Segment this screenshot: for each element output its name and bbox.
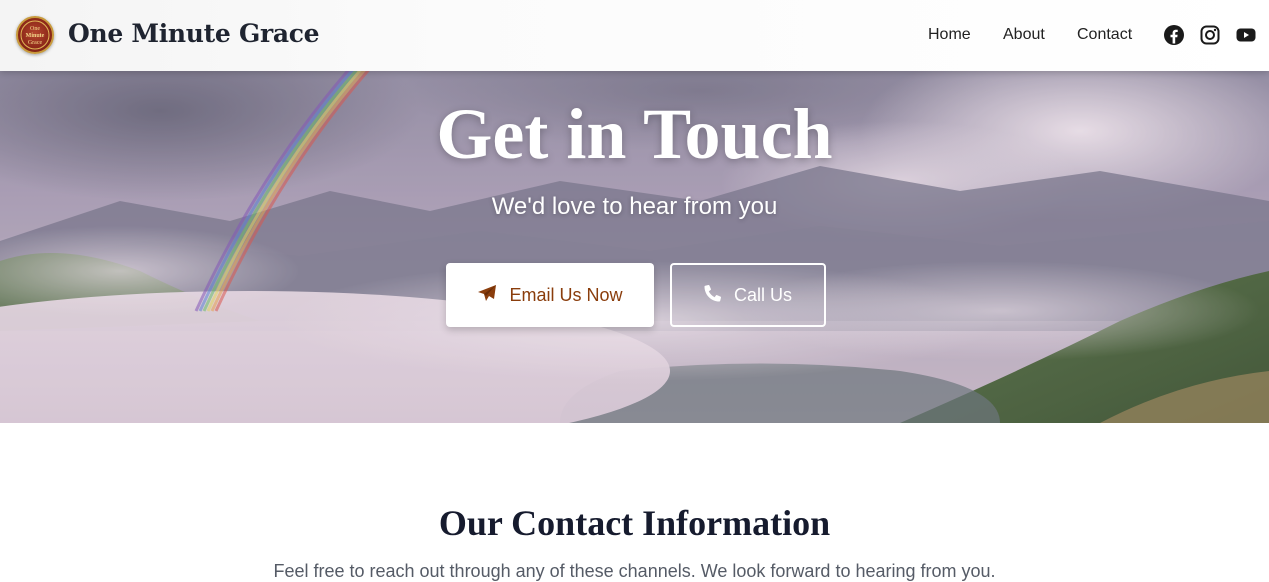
nav-home-link[interactable]: Home — [928, 26, 971, 44]
youtube-icon[interactable] — [1235, 24, 1257, 46]
navbar: One Minute Grace One Minute Grace Home A… — [0, 0, 1269, 71]
email-us-button-label: Email Us Now — [509, 284, 623, 305]
phone-icon — [704, 284, 722, 307]
email-us-button[interactable]: Email Us Now — [446, 263, 654, 327]
call-us-button-label: Call Us — [733, 284, 792, 305]
nav-contact-link[interactable]: Contact — [1077, 26, 1132, 44]
brand-logo[interactable]: One Minute Grace — [16, 16, 54, 54]
paper-plane-icon — [477, 284, 497, 307]
contact-section-description: Feel free to reach out through any of th… — [273, 561, 996, 581]
instagram-icon[interactable] — [1199, 24, 1221, 46]
call-us-button[interactable]: Call Us — [670, 263, 826, 327]
logo-text-2: Minute — [26, 33, 45, 39]
logo-emblem-icon: One Minute Grace — [20, 20, 50, 50]
brand-name[interactable]: One Minute Grace — [68, 19, 320, 48]
logo-text-3: Grace — [28, 40, 43, 46]
facebook-icon[interactable] — [1163, 24, 1185, 46]
hero-title: Get in Touch — [436, 94, 833, 174]
hero-section: Get in Touch We'd love to hear from you … — [0, 71, 1269, 423]
hero-subtitle: We'd love to hear from you — [491, 193, 778, 220]
contact-section-title: Our Contact Information — [438, 503, 831, 543]
logo-text-1: One — [30, 26, 40, 32]
nav-about-link[interactable]: About — [1003, 26, 1045, 44]
